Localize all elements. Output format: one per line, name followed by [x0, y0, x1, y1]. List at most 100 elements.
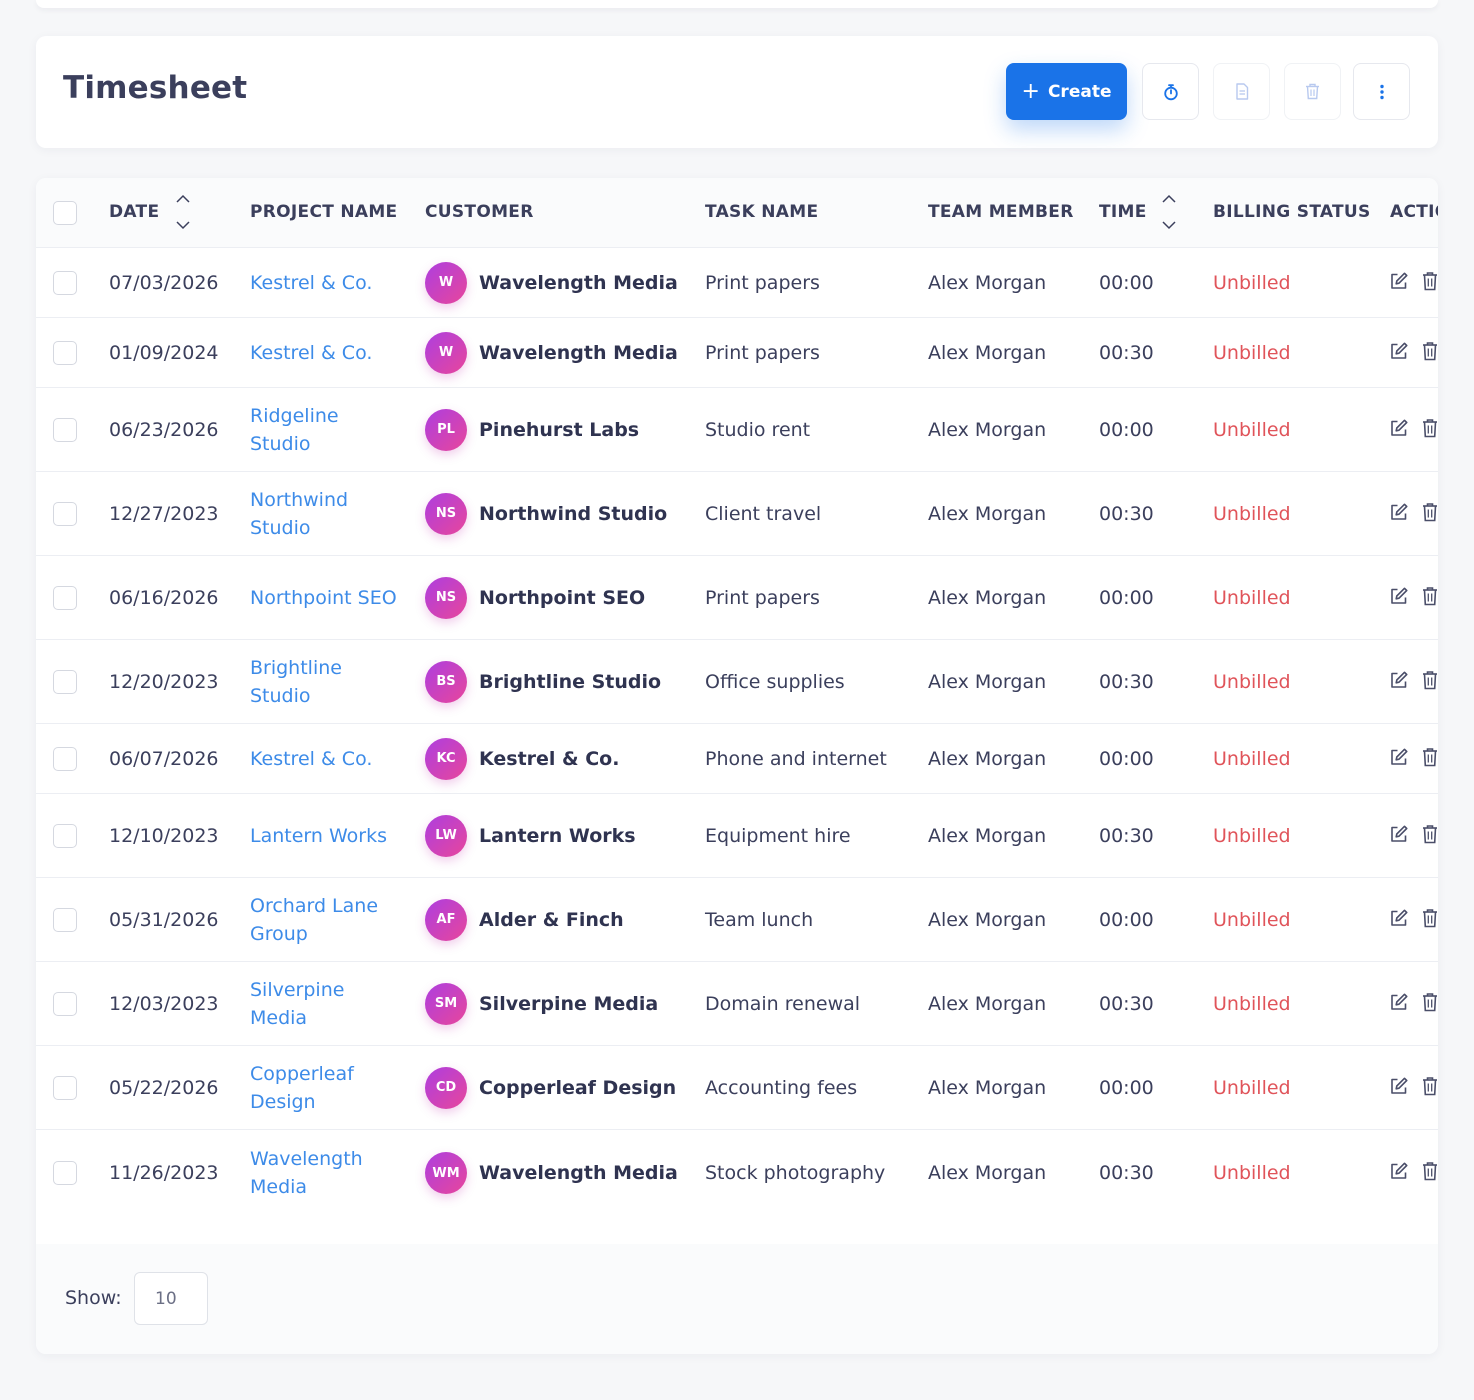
customer-name: Pinehurst Labs — [479, 418, 640, 441]
row-team-member: Alex Morgan — [928, 1076, 1047, 1099]
delete-icon[interactable] — [1422, 747, 1438, 771]
customer-name: Northwind Studio — [479, 502, 668, 525]
row-customer: W Wavelength Media — [425, 261, 678, 304]
row-customer: KC Kestrel & Co. — [425, 737, 619, 780]
row-select-checkbox[interactable] — [53, 502, 77, 526]
page-size-input[interactable] — [134, 1272, 208, 1325]
row-time: 00:00 — [1099, 908, 1154, 931]
customer-avatar: CD — [425, 1066, 467, 1109]
delete-icon[interactable] — [1422, 670, 1438, 694]
customer-name: Lantern Works — [479, 824, 636, 847]
customer-name: Alder & Finch — [479, 908, 624, 931]
row-billing-status: Unbilled — [1213, 908, 1291, 931]
bulk-delete-button[interactable] — [1284, 63, 1341, 120]
stopwatch-icon — [1163, 83, 1178, 100]
row-project-link[interactable]: Orchard Lane Group — [250, 892, 400, 948]
sort-arrows-icon[interactable] — [1161, 192, 1177, 232]
edit-icon[interactable] — [1389, 502, 1409, 526]
row-select-checkbox[interactable] — [53, 418, 77, 442]
customer-name: Northpoint SEO — [479, 586, 646, 609]
customer-avatar: KC — [425, 737, 467, 780]
row-select-checkbox[interactable] — [53, 1076, 77, 1100]
delete-icon[interactable] — [1422, 271, 1438, 295]
row-project-link[interactable]: Kestrel & Co. — [250, 339, 400, 367]
page-size-label: Show: — [65, 1287, 122, 1309]
export-button[interactable] — [1213, 63, 1270, 120]
column-header-task-name: TASK NAME — [705, 202, 819, 222]
delete-icon[interactable] — [1422, 1076, 1438, 1100]
row-select-checkbox[interactable] — [53, 586, 77, 610]
row-select-checkbox[interactable] — [53, 747, 77, 771]
timer-button[interactable] — [1142, 63, 1199, 120]
row-select-checkbox[interactable] — [53, 824, 77, 848]
row-select-checkbox[interactable] — [53, 271, 77, 295]
edit-icon[interactable] — [1389, 908, 1409, 932]
row-project-link[interactable]: Ridgeline Studio — [250, 402, 400, 458]
customer-avatar: AF — [425, 898, 467, 941]
column-header-time[interactable]: TIME — [1099, 202, 1147, 222]
delete-icon[interactable] — [1422, 992, 1438, 1016]
delete-icon[interactable] — [1422, 586, 1438, 610]
create-button[interactable]: + Create — [1006, 63, 1127, 120]
row-project-link[interactable]: Kestrel & Co. — [250, 745, 400, 773]
row-select-checkbox[interactable] — [53, 341, 77, 365]
select-all-checkbox[interactable] — [53, 201, 77, 225]
row-task-name: Phone and internet — [705, 747, 887, 770]
row-project-link[interactable]: Northpoint SEO — [250, 584, 400, 612]
row-date: 06/16/2026 — [109, 586, 219, 609]
row-time: 00:00 — [1099, 747, 1154, 770]
row-date: 06/07/2026 — [109, 747, 219, 770]
more-options-button[interactable] — [1353, 63, 1410, 120]
row-project-link[interactable]: Kestrel & Co. — [250, 269, 400, 297]
row-project-link[interactable]: Wavelength Media — [250, 1145, 400, 1201]
row-select-checkbox[interactable] — [53, 908, 77, 932]
row-select-checkbox[interactable] — [53, 1161, 77, 1185]
row-project-link[interactable]: Lantern Works — [250, 822, 400, 850]
row-task-name: Client travel — [705, 502, 822, 525]
edit-icon[interactable] — [1389, 586, 1409, 610]
edit-icon[interactable] — [1389, 824, 1409, 848]
delete-icon[interactable] — [1422, 502, 1438, 526]
column-header-billing-status: BILLING STATUS — [1213, 202, 1371, 222]
sort-arrows-icon[interactable] — [175, 192, 191, 232]
edit-icon[interactable] — [1389, 1161, 1409, 1185]
row-project-link[interactable]: Brightline Studio — [250, 654, 400, 710]
row-project-link[interactable]: Northwind Studio — [250, 486, 400, 542]
edit-icon[interactable] — [1389, 747, 1409, 771]
row-customer: LW Lantern Works — [425, 814, 636, 857]
edit-icon[interactable] — [1389, 271, 1409, 295]
delete-icon[interactable] — [1422, 1161, 1438, 1185]
row-billing-status: Unbilled — [1213, 747, 1291, 770]
row-team-member: Alex Morgan — [928, 824, 1047, 847]
table-footer: Show: — [36, 1244, 1438, 1354]
delete-icon[interactable] — [1422, 418, 1438, 442]
table-row: 12/10/2023 Lantern Works LW Lantern Works Eq… — [36, 794, 1438, 878]
row-team-member: Alex Morgan — [928, 908, 1047, 931]
row-customer: WM Wavelength Media — [425, 1152, 678, 1194]
edit-icon[interactable] — [1389, 992, 1409, 1016]
customer-avatar: W — [425, 331, 467, 374]
row-customer: W Wavelength Media — [425, 331, 678, 374]
delete-icon[interactable] — [1422, 824, 1438, 848]
row-billing-status: Unbilled — [1213, 824, 1291, 847]
row-project-link[interactable]: Copperleaf Design — [250, 1060, 400, 1116]
customer-avatar: NS — [425, 576, 467, 619]
row-task-name: Print papers — [705, 341, 820, 364]
row-billing-status: Unbilled — [1213, 418, 1291, 441]
delete-icon[interactable] — [1422, 908, 1438, 932]
row-date: 12/03/2023 — [109, 992, 219, 1015]
table-row: 05/31/2026 Orchard Lane Group AF Alder & Fi… — [36, 878, 1438, 962]
edit-icon[interactable] — [1389, 1076, 1409, 1100]
row-team-member: Alex Morgan — [928, 502, 1047, 525]
row-task-name: Studio rent — [705, 418, 811, 441]
column-header-customer: CUSTOMER — [425, 202, 534, 222]
row-select-checkbox[interactable] — [53, 992, 77, 1016]
delete-icon[interactable] — [1422, 341, 1438, 365]
edit-icon[interactable] — [1389, 418, 1409, 442]
customer-avatar: NS — [425, 492, 467, 535]
column-header-date[interactable]: DATE — [109, 202, 159, 222]
row-project-link[interactable]: Silverpine Media — [250, 976, 400, 1032]
edit-icon[interactable] — [1389, 670, 1409, 694]
row-select-checkbox[interactable] — [53, 670, 77, 694]
edit-icon[interactable] — [1389, 341, 1409, 365]
